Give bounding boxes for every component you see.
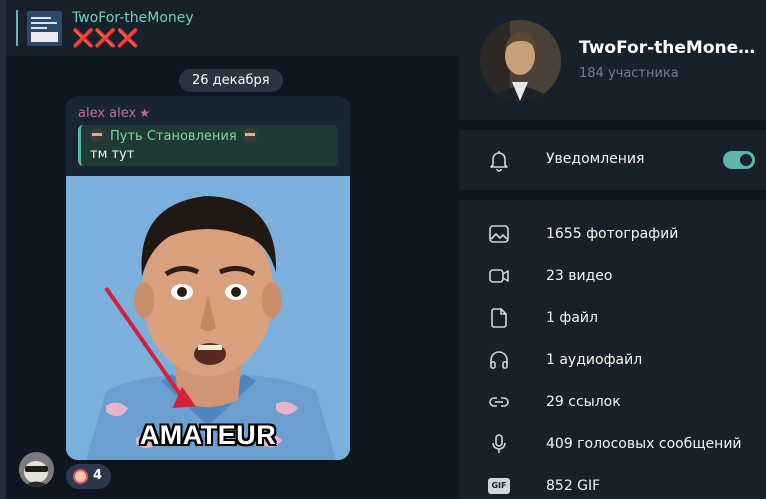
star-icon: ★ <box>139 106 150 120</box>
photo-icon <box>489 225 509 243</box>
media-row-label: 1 файл <box>546 310 598 326</box>
reply-title: Путь Становления <box>90 128 257 144</box>
notifications-toggle[interactable] <box>723 151 755 169</box>
member-count[interactable]: 184 участника <box>579 66 679 81</box>
group-info-panel: TwoFor-theMoney ... 184 участника Уведом… <box>459 0 766 499</box>
media-row-label: 1 аудиофайл <box>546 352 643 368</box>
reply-text: тм тут <box>90 147 135 162</box>
headphones-icon <box>490 351 508 369</box>
pinned-message-bar[interactable]: TwoFor-theMoney ❌❌❌ <box>6 0 459 56</box>
link-icon <box>489 397 509 407</box>
file-icon <box>491 308 507 328</box>
ninja-emoji-icon <box>242 128 257 141</box>
meme-illustration <box>66 176 350 460</box>
group-title: TwoFor-theMoney ... <box>579 38 764 58</box>
message-bubble[interactable]: alex alex ★ Путь Становления тм тут AMAT… <box>66 96 350 460</box>
media-row-videos[interactable]: 23 видео <box>459 255 766 297</box>
reply-quote[interactable]: Путь Становления тм тут <box>78 125 338 166</box>
pinned-thumbnail <box>27 11 62 46</box>
media-row-audio[interactable]: 1 аудиофайл <box>459 339 766 381</box>
avatar[interactable] <box>19 452 54 487</box>
group-avatar[interactable] <box>480 20 561 101</box>
group-profile: TwoFor-theMoney ... 184 участника <box>459 0 766 120</box>
reaction-chip[interactable]: 4 <box>66 464 111 489</box>
chat-list-edge <box>0 0 6 499</box>
media-row-links[interactable]: 29 ссылок <box>459 381 766 423</box>
divider <box>459 190 766 200</box>
media-row-label: 852 GIF <box>546 478 601 494</box>
video-icon <box>489 269 509 283</box>
message-image[interactable]: AMATEUR <box>66 176 350 460</box>
pinned-title: TwoFor-theMoney <box>72 10 194 26</box>
chat-area: TwoFor-theMoney ❌❌❌ 26 декабря alex alex… <box>0 0 459 499</box>
reaction-count: 4 <box>93 468 103 483</box>
microphone-icon <box>492 434 506 453</box>
meme-caption: AMATEUR <box>139 420 277 450</box>
media-row-label: 409 голосовых сообщений <box>546 436 742 452</box>
media-row-label: 1655 фотографий <box>546 226 679 242</box>
date-separator: 26 декабря <box>179 69 283 92</box>
notifications-label: Уведомления <box>546 151 645 167</box>
clown-emoji-icon <box>73 469 88 484</box>
pinned-text: ❌❌❌ <box>72 28 140 49</box>
media-row-voice[interactable]: 409 голосовых сообщений <box>459 423 766 465</box>
media-row-label: 29 ссылок <box>546 394 621 410</box>
media-row-files[interactable]: 1 файл <box>459 297 766 339</box>
pinned-accent-bar <box>16 10 18 46</box>
divider <box>459 120 766 130</box>
sender-name[interactable]: alex alex ★ <box>78 106 150 121</box>
media-row-gifs[interactable]: GIF 852 GIF <box>459 465 766 499</box>
bell-icon <box>490 151 508 172</box>
notifications-row[interactable]: Уведомления <box>459 130 766 190</box>
media-row-label: 23 видео <box>546 268 613 284</box>
gif-icon: GIF <box>487 474 511 498</box>
ninja-emoji-icon <box>90 128 104 141</box>
media-row-photos[interactable]: 1655 фотографий <box>459 213 766 255</box>
